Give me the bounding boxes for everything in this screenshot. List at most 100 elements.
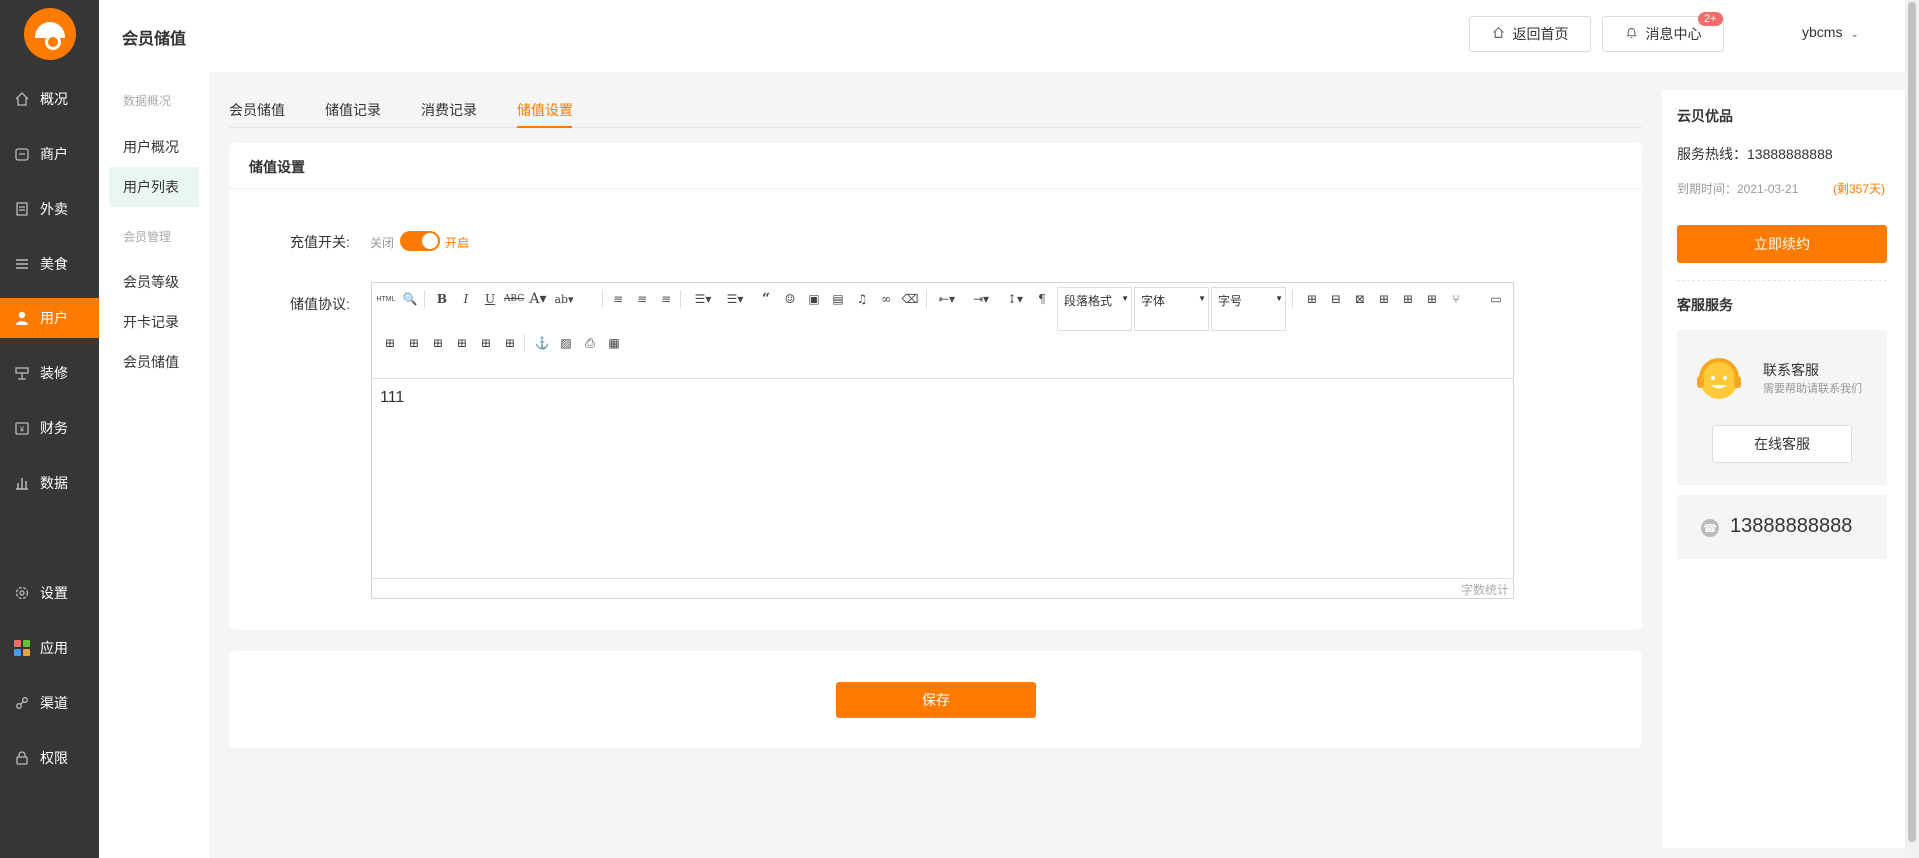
nav-item-takeout[interactable]: 外卖 (0, 189, 99, 229)
phone-box: ☎ 13888888888 (1677, 495, 1887, 559)
renew-button[interactable]: 立即续约 (1677, 225, 1887, 263)
table-properties-icon[interactable]: ⊟ (1326, 289, 1346, 309)
nav-item-data[interactable]: 数据 (0, 463, 99, 503)
recharge-switch-label: 充值开关: (290, 234, 350, 250)
line-height-icon[interactable]: ↕▾ (1002, 289, 1028, 309)
editor-content[interactable]: 111 (380, 389, 404, 407)
image-gallery-icon[interactable]: ▨ (556, 333, 576, 353)
template-icon[interactable]: ▦ (604, 333, 624, 353)
table-icon[interactable]: ⊞ (1302, 289, 1322, 309)
home-button-label: 返回首页 (1512, 26, 1569, 42)
nav-item-apps[interactable]: 应用 (0, 628, 99, 668)
user-menu[interactable]: ybcms ⌄ (1802, 24, 1859, 40)
logo[interactable] (23, 8, 76, 60)
toolbar-separator (524, 334, 525, 352)
strikethrough-icon[interactable]: ABC (504, 289, 524, 309)
ordered-list-icon[interactable]: ☰▾ (690, 289, 716, 309)
nav-item-food[interactable]: 美食 (0, 244, 99, 284)
table-caption-icon[interactable]: ⊠ (1350, 289, 1370, 309)
subnav-item-member-level[interactable]: 会员等级 (109, 262, 199, 302)
tab-consumption-records[interactable]: 消费记录 (421, 100, 477, 120)
home-button[interactable]: 返回首页 (1469, 16, 1591, 52)
recharge-toggle[interactable] (400, 231, 440, 251)
eraser-icon[interactable]: ⌫ (900, 289, 920, 309)
preview-icon[interactable]: 🔍 (400, 289, 420, 309)
font-color-icon[interactable]: A▾ (528, 289, 548, 309)
tab-member-stored-value[interactable]: 会员储值 (229, 100, 285, 120)
link-icon[interactable]: ∞ (876, 289, 896, 309)
anchor-icon[interactable]: ⚓ (532, 333, 552, 353)
split-icon[interactable]: ⑂ (1446, 289, 1466, 309)
nav-item-permission[interactable]: 权限 (0, 738, 99, 778)
merge-right-icon[interactable]: ⊞ (404, 333, 424, 353)
username: ybcms (1802, 24, 1843, 40)
paragraph-spacing-icon[interactable]: ⇥▾ (968, 289, 994, 309)
italic-icon[interactable]: I (456, 289, 476, 309)
unordered-list-icon[interactable]: ☰▾ (722, 289, 748, 309)
contact-subtitle: 需要帮助请联系我们 (1763, 383, 1862, 395)
nav-label: 应用 (40, 640, 68, 656)
divider (1677, 280, 1887, 281)
apps-icon (14, 640, 30, 656)
nav-item-finance[interactable]: ¥ 财务 (0, 408, 99, 448)
video-icon[interactable]: ▤ (828, 289, 848, 309)
nav-label: 财务 (40, 420, 68, 436)
svg-text:¥: ¥ (19, 425, 25, 434)
online-service-button[interactable]: 在线客服 (1712, 425, 1852, 463)
merge-cells-icon[interactable]: ⊞ (380, 333, 400, 353)
align-left-icon[interactable]: ≡ (608, 289, 628, 309)
bold-icon[interactable]: B (432, 289, 452, 309)
page-title: 会员储值 (122, 31, 187, 48)
merge-down-icon[interactable]: ⊞ (428, 333, 448, 353)
delete-col-icon[interactable]: ⊞ (1422, 289, 1442, 309)
toolbar-separator (680, 290, 681, 308)
nav-item-user[interactable]: 用户 (0, 298, 99, 338)
main-sidebar: 概况 商户 外卖 美食 用户 装修 ¥ 财务 数据 设置 应用 渠道 权限 (0, 0, 99, 858)
underline-icon[interactable]: U (480, 289, 500, 309)
indent-icon[interactable]: ⇤▾ (934, 289, 960, 309)
paragraph-format-select[interactable]: 段落格式 ▼ (1057, 287, 1132, 331)
html-source-button[interactable]: HTML (376, 289, 396, 309)
font-family-select[interactable]: 字体 ▼ (1134, 287, 1209, 331)
blockquote-icon[interactable]: “ (756, 289, 776, 309)
font-size-select[interactable]: 字号 ▼ (1211, 287, 1286, 331)
format-icon[interactable]: ¶ (1032, 289, 1052, 309)
subnav-item-member-stored-value[interactable]: 会员储值 (109, 342, 199, 382)
align-right-icon[interactable]: ≡ (656, 289, 676, 309)
finance-icon: ¥ (14, 420, 30, 436)
fullscreen-icon[interactable]: ▭ (1486, 289, 1506, 309)
top-header: 会员储值 返回首页 消息中心 2+ ybcms ⌄ (99, 0, 1905, 72)
nav-item-channel[interactable]: 渠道 (0, 683, 99, 723)
align-center-icon[interactable]: ≡ (632, 289, 652, 309)
tab-bar: 会员储值 储值记录 消费记录 储值设置 (229, 96, 1642, 128)
tab-stored-value-settings[interactable]: 储值设置 (517, 100, 573, 120)
tab-stored-value-records[interactable]: 储值记录 (325, 100, 381, 120)
nav-item-merchant[interactable]: 商户 (0, 134, 99, 174)
image-icon[interactable]: ▣ (804, 289, 824, 309)
music-icon[interactable]: ♫ (852, 289, 872, 309)
nav-item-overview[interactable]: 概况 (0, 79, 99, 119)
scrollbar-thumb[interactable] (1908, 2, 1916, 842)
nav-item-settings[interactable]: 设置 (0, 573, 99, 613)
save-button[interactable]: 保存 (836, 682, 1036, 718)
split-rows-icon[interactable]: ⊞ (476, 333, 496, 353)
headset-avatar-icon (1697, 358, 1741, 399)
print-icon[interactable]: ⎙ (580, 333, 600, 353)
highlight-color-icon[interactable]: ab▾ (554, 289, 574, 309)
nav-item-decor[interactable]: 装修 (0, 353, 99, 393)
subnav-item-user-list[interactable]: 用户列表 (109, 167, 199, 207)
nav-label: 外卖 (40, 201, 68, 217)
page-scrollbar[interactable] (1905, 0, 1919, 858)
split-cells-icon[interactable]: ⊞ (452, 333, 472, 353)
split-cols-icon[interactable]: ⊞ (500, 333, 520, 353)
nav-label: 用户 (40, 310, 68, 326)
insert-col-icon[interactable]: ⊞ (1398, 289, 1418, 309)
font-size-value: 字号 (1218, 294, 1243, 308)
contact-box: 联系客服 需要帮助请联系我们 在线客服 (1677, 330, 1887, 485)
emoji-icon[interactable]: ☺ (780, 289, 800, 309)
insert-row-icon[interactable]: ⊞ (1374, 289, 1394, 309)
channel-icon (14, 695, 30, 711)
rich-text-editor: HTML 🔍 B I U ABC A▾ ab▾ ≡ ≡ ≡ ☰▾ ☰▾ “ ☺ … (371, 282, 1514, 599)
subnav-item-card-records[interactable]: 开卡记录 (109, 302, 199, 342)
subnav-item-user-overview[interactable]: 用户概况 (109, 127, 199, 167)
